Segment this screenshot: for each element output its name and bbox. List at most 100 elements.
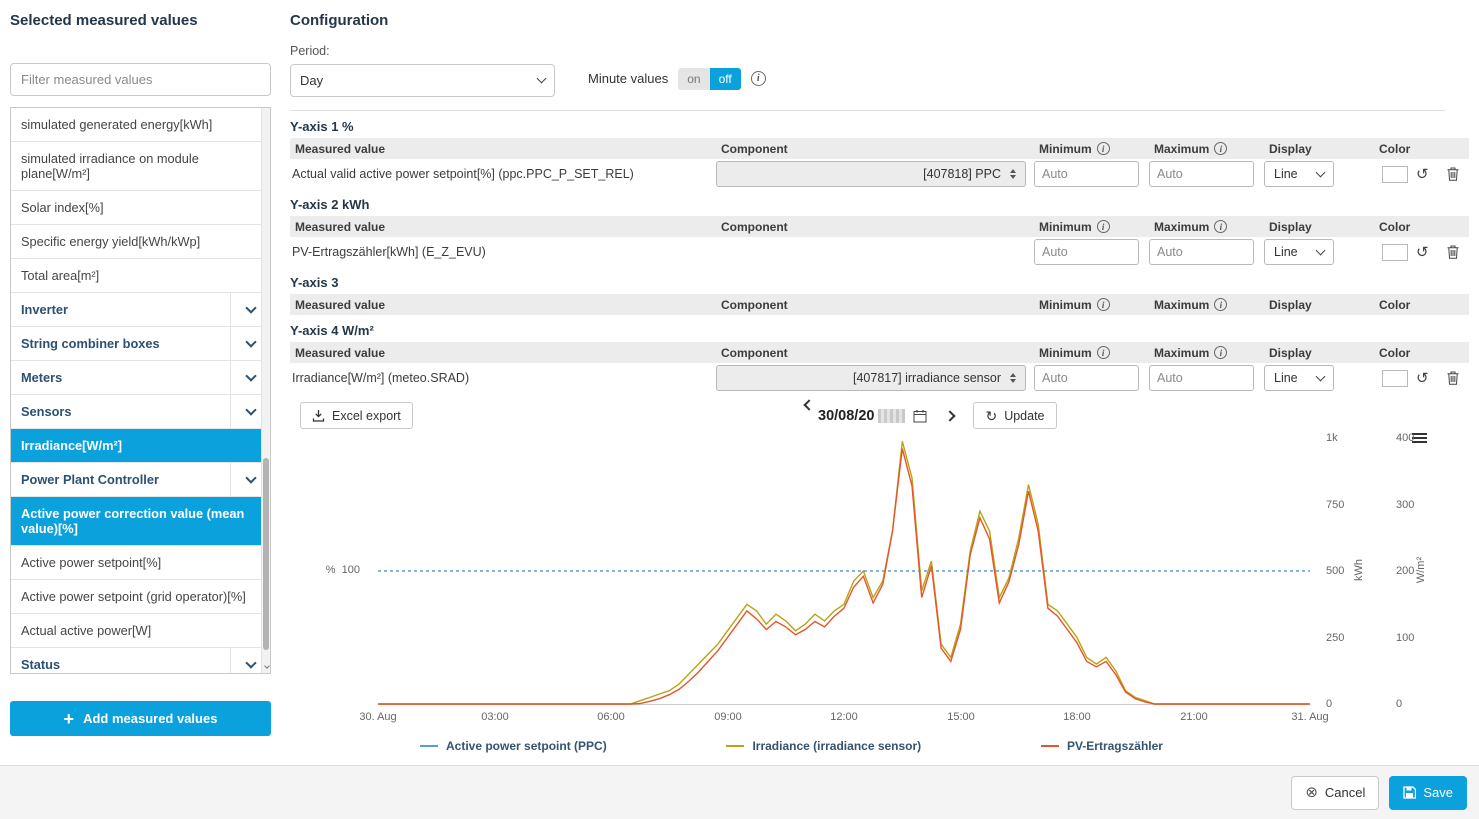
info-icon[interactable]: i xyxy=(1214,346,1227,359)
minute-values-on-option[interactable]: on xyxy=(678,68,709,90)
color-swatch[interactable] xyxy=(1382,244,1408,261)
legend-label: PV-Ertragszähler xyxy=(1067,739,1163,753)
list-item-solar-index[interactable]: Solar index[%] xyxy=(11,191,270,225)
minute-values-off-option[interactable]: off xyxy=(710,68,741,90)
cancel-label: Cancel xyxy=(1325,785,1365,800)
y-axis-tick: 750 xyxy=(1326,499,1344,511)
list-item-simulated-generated-energy-kwh[interactable]: simulated generated energy[kWh] xyxy=(11,108,270,142)
info-icon[interactable]: i xyxy=(1097,298,1110,311)
list-item-label: simulated generated energy[kWh] xyxy=(11,108,270,141)
info-icon[interactable]: i xyxy=(751,71,766,86)
col-minimum: Minimumi xyxy=(1034,220,1149,234)
col-measured-value: Measured value xyxy=(290,298,716,312)
list-item-active-power-setpoint[interactable]: Active power setpoint[%] xyxy=(11,546,270,580)
minimum-input[interactable] xyxy=(1034,365,1139,391)
col-measured-value: Measured value xyxy=(290,346,716,360)
color-swatch[interactable] xyxy=(1382,370,1408,387)
sort-arrows-icon xyxy=(1010,169,1016,179)
color-swatch[interactable] xyxy=(1382,166,1408,183)
minimum-input[interactable] xyxy=(1034,161,1139,187)
y-axis-tick: 0 xyxy=(1326,698,1332,710)
info-icon[interactable]: i xyxy=(1214,142,1227,155)
list-item-specific-energy-yield-kwh-kwp[interactable]: Specific energy yield[kWh/kWp] xyxy=(11,225,270,259)
x-axis-tick: 15:00 xyxy=(947,711,975,723)
redacted-year xyxy=(878,409,905,423)
period-select[interactable]: Day xyxy=(290,64,555,97)
axis-table-header: Measured value Component Minimumi Maximu… xyxy=(290,294,1469,315)
chart[interactable]: % 10002505007501k0100200300400kWhW/m²30.… xyxy=(290,432,1469,762)
selected-date[interactable]: 30/08/20 xyxy=(818,408,927,424)
reset-color-icon[interactable]: ↺ xyxy=(1416,371,1429,386)
filter-measured-values-input[interactable] xyxy=(10,63,271,96)
list-item-label: Active power setpoint[%] xyxy=(11,546,270,579)
y-axis-tick: 500 xyxy=(1326,565,1344,577)
component-select[interactable]: [407817] irradiance sensor xyxy=(716,365,1026,391)
y-axis-percent-tick: % 100 xyxy=(310,564,360,576)
legend-marker xyxy=(1041,745,1059,747)
legend-item-pv-ertragsz-hler[interactable]: PV-Ertragszähler xyxy=(1041,739,1163,753)
axis-title: Y-axis 1 % xyxy=(290,119,1469,134)
list-item-meters[interactable]: Meters xyxy=(11,361,270,395)
list-item-active-power-setpoint-grid-operator[interactable]: Active power setpoint (grid operator)[%] xyxy=(11,580,270,614)
excel-export-button[interactable]: Excel export xyxy=(300,402,413,429)
add-measured-values-button[interactable]: + Add measured values xyxy=(10,701,271,736)
list-item-power-plant-controller[interactable]: Power Plant Controller xyxy=(11,463,270,497)
scrollbar-thumb[interactable] xyxy=(263,458,269,650)
minimum-input[interactable] xyxy=(1034,239,1139,265)
delete-row-icon[interactable] xyxy=(1447,167,1459,181)
update-button[interactable]: ↻Update xyxy=(973,402,1056,429)
chevron-down-icon xyxy=(245,370,256,381)
legend-marker xyxy=(420,745,438,747)
period-value: Day xyxy=(300,73,323,88)
list-item-total-area-m[interactable]: Total area[m²] xyxy=(11,259,270,293)
list-item-label: simulated irradiance on module plane[W/m… xyxy=(11,142,270,190)
delete-row-icon[interactable] xyxy=(1447,371,1459,385)
list-item-actual-active-power-w[interactable]: Actual active power[W] xyxy=(11,614,270,648)
info-icon[interactable]: i xyxy=(1097,142,1110,155)
previous-day-button[interactable] xyxy=(795,412,803,420)
legend-item-irradiance-irradiance-sensor[interactable]: Irradiance (irradiance sensor) xyxy=(726,739,921,753)
y-axis-tick: 400 xyxy=(1396,432,1414,444)
display-select[interactable]: Line xyxy=(1264,239,1334,265)
divider xyxy=(290,110,1445,111)
reset-color-icon[interactable]: ↺ xyxy=(1416,245,1429,260)
list-item-simulated-irradiance-on-module-plane-w-m[interactable]: simulated irradiance on module plane[W/m… xyxy=(11,142,270,191)
list-item-irradiance-w-m[interactable]: Irradiance[W/m²] xyxy=(11,429,270,463)
component-select[interactable]: [407818] PPC xyxy=(716,161,1026,187)
chart-plot[interactable] xyxy=(378,438,1310,710)
reset-color-icon[interactable]: ↺ xyxy=(1416,167,1429,182)
selected-measured-values-panel: Selected measured values simulated gener… xyxy=(10,0,271,736)
maximum-input[interactable] xyxy=(1149,365,1254,391)
info-icon[interactable]: i xyxy=(1097,220,1110,233)
info-icon[interactable]: i xyxy=(1097,346,1110,359)
col-maximum: Maximumi xyxy=(1149,142,1264,156)
component-value: [407817] irradiance sensor xyxy=(853,371,1001,385)
calendar-icon[interactable] xyxy=(913,409,927,423)
x-axis-tick: 09:00 xyxy=(714,711,742,723)
maximum-input[interactable] xyxy=(1149,161,1254,187)
info-icon[interactable]: i xyxy=(1214,220,1227,233)
chevron-down-icon xyxy=(1316,167,1326,177)
maximum-input[interactable] xyxy=(1149,239,1254,265)
list-item-inverter[interactable]: Inverter xyxy=(11,293,270,327)
display-select[interactable]: Line xyxy=(1264,161,1334,187)
y-axis-wm2-title: W/m² xyxy=(1415,557,1427,583)
list-scrollbar[interactable] xyxy=(261,108,270,673)
info-icon[interactable]: i xyxy=(1214,298,1227,311)
cancel-button[interactable]: ⊗Cancel xyxy=(1291,776,1379,810)
next-day-button[interactable] xyxy=(942,408,958,424)
legend-item-active-power-setpoint-ppc[interactable]: Active power setpoint (PPC) xyxy=(420,739,607,753)
excel-export-label: Excel export xyxy=(332,409,401,423)
list-item-active-power-correction-value-mean-value[interactable]: Active power correction value (mean valu… xyxy=(11,497,270,546)
scrollbar-down-arrow[interactable] xyxy=(263,656,270,671)
chart-controls: Excel export 30/08/20 ↻Update xyxy=(290,401,1469,430)
list-item-status[interactable]: Status xyxy=(11,648,270,674)
list-item-sensors[interactable]: Sensors xyxy=(11,395,270,429)
display-select[interactable]: Line xyxy=(1264,365,1334,391)
save-button[interactable]: Save xyxy=(1389,776,1467,810)
display-value: Line xyxy=(1274,245,1298,259)
date-text: 30/08/20 xyxy=(818,408,874,424)
delete-row-icon[interactable] xyxy=(1447,245,1459,259)
col-measured-value: Measured value xyxy=(290,142,716,156)
list-item-string-combiner-boxes[interactable]: String combiner boxes xyxy=(11,327,270,361)
